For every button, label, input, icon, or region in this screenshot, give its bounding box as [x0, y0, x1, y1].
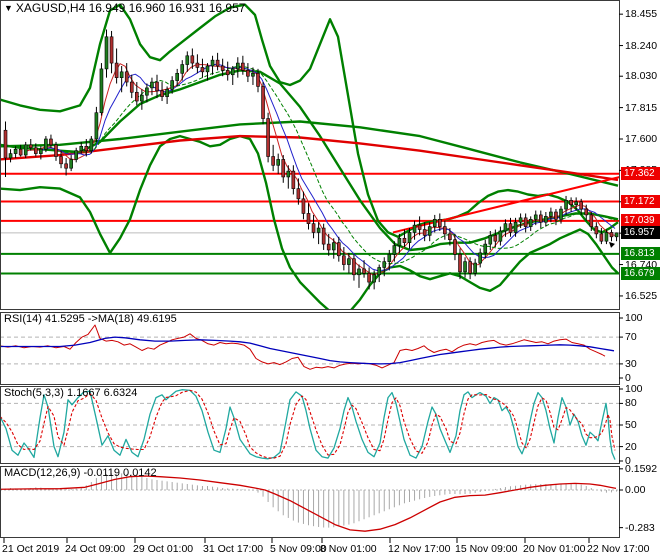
time-axis-label: 29 Oct 01:00 [133, 543, 194, 555]
symbol-dropdown-icon[interactable]: ▼ [4, 2, 13, 15]
price-badge-17.362: 17.362 [621, 167, 660, 181]
macd-axis-label: -0.283 [625, 521, 655, 534]
time-axis-label: 22 Nov 17:00 [587, 543, 650, 555]
time-axis-label: 24 Oct 09:00 [65, 543, 126, 555]
time-axis-label: 31 Oct 17:00 [203, 543, 264, 555]
rsi-axis-label: 100 [625, 312, 643, 324]
stochastic-panel [1, 389, 619, 460]
macd-axis-label: 0.1592 [625, 462, 658, 475]
time-axis-label: 5 Nov 09:00 [270, 543, 327, 555]
price-axis-label: 17.815 [625, 101, 658, 114]
main-price-panel [1, 3, 619, 309]
macd-indicator-label: MACD(12,26,9) -0.0119 0.0142 [4, 467, 157, 479]
price-axis-label: 18.455 [625, 8, 658, 21]
symbol-title: ▼ XAGUSD,H4 16.949 16.960 16.931 16.957 [4, 2, 245, 16]
price-axis-label: 18.240 [625, 39, 658, 52]
price-badge-16.679: 16.679 [621, 266, 660, 280]
stochastic-axis-label: 100 [625, 383, 643, 395]
time-axis-label: 21 Oct 2019 [2, 543, 60, 555]
stochastic-axis-label: 50 [625, 419, 637, 431]
time-axis-label: 12 Nov 17:00 [388, 543, 451, 555]
price-axis-label: 17.600 [625, 132, 658, 145]
price-badge-16.813: 16.813 [621, 247, 660, 261]
macd-axis-label: 0.00 [625, 484, 646, 496]
rsi-indicator-label: RSI(14) 41.5295 ->MA(18) 49.6195 [4, 313, 177, 325]
stochastic-axis-label: 20 [625, 440, 637, 453]
time-axis-label: 8 Nov 01:00 [320, 543, 377, 555]
price-axis-label: 18.030 [625, 70, 658, 83]
rsi-panel [1, 324, 619, 370]
time-axis-label: 15 Nov 09:00 [455, 543, 518, 555]
rsi-axis-label: 30 [625, 357, 637, 370]
rsi-axis-label: 70 [625, 331, 637, 344]
price-badge-17.172: 17.172 [621, 194, 660, 208]
symbol-ohlc-text: XAGUSD,H4 16.949 16.960 16.931 16.957 [15, 1, 246, 15]
stochastic-indicator-label: Stoch(5,3,3) 1.1667 6.6324 [4, 387, 138, 399]
macd-panel [1, 473, 619, 532]
price-axis-label: 16.525 [625, 289, 658, 302]
stochastic-axis-label: 80 [625, 397, 637, 410]
chart-window: ▼ XAGUSD,H4 16.949 16.960 16.931 16.957 R… [0, 0, 660, 560]
price-badge-16.957: 16.957 [621, 226, 660, 240]
time-axis-label: 20 Nov 01:00 [523, 543, 586, 555]
